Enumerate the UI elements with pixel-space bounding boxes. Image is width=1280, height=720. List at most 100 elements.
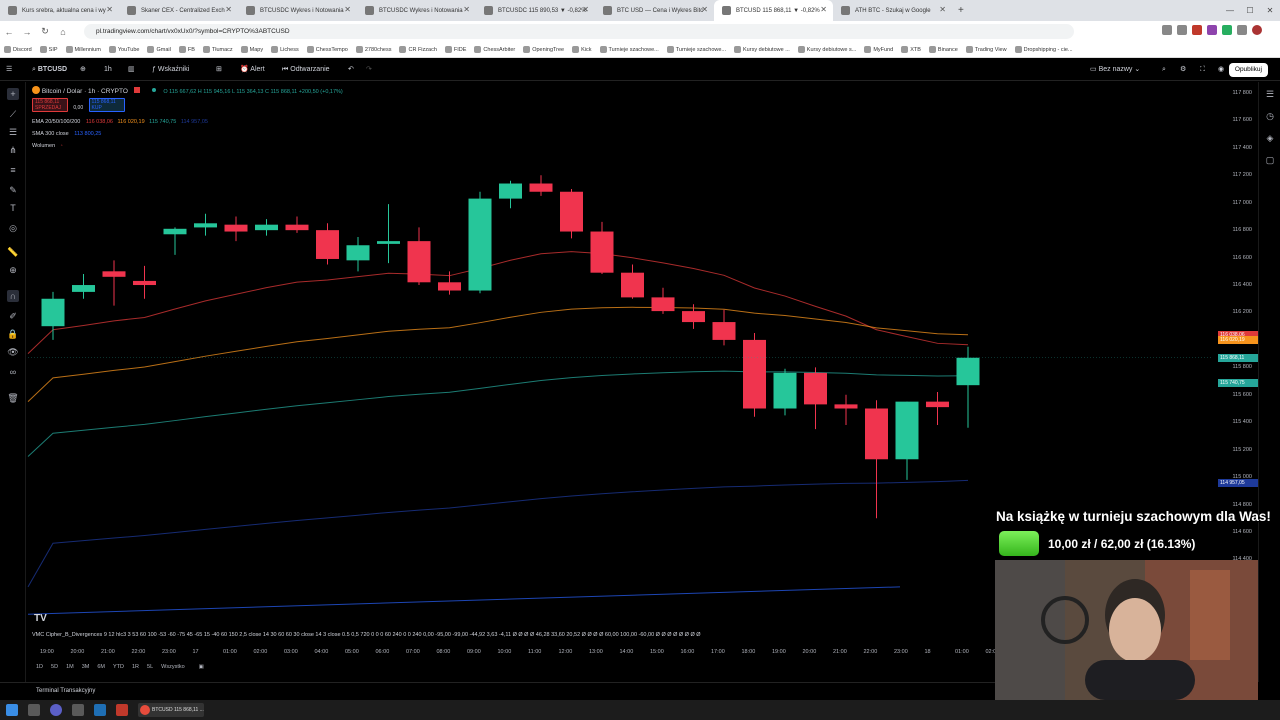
price-tick-label: 116 400 [1232, 282, 1252, 289]
windows-taskbar: BTCUSD 115 868,11 ... [0, 700, 1280, 720]
time-tick-label: 20:00 [70, 649, 85, 655]
candle-body [102, 271, 126, 277]
chrome-icon [140, 705, 150, 715]
time-tick-label: 08:00 [436, 649, 451, 655]
ema-50-value: 116 020,19 [117, 119, 145, 125]
candle-body [560, 191, 583, 232]
candle-body [834, 404, 858, 409]
range-button[interactable]: 5L [147, 664, 153, 676]
time-tick-label: 21:00 [833, 649, 847, 655]
time-tick-label: 14:00 [619, 649, 634, 655]
candle-body [468, 198, 492, 291]
time-axis[interactable]: 19:00 20:00 21:00 22:00 23:00 17 01:00 02:00 03:… [28, 647, 999, 659]
range-button[interactable]: 3M [82, 664, 90, 676]
candle-body [804, 372, 827, 405]
candle-body [773, 372, 797, 409]
time-tick-label: 22:00 [131, 649, 146, 655]
candle-body [621, 272, 644, 298]
price-tag: 116 020,19 [1218, 336, 1258, 345]
range-button[interactable]: Wszystko [161, 664, 185, 676]
price-tick-label: 116 800 [1232, 227, 1252, 234]
symbol-logo-icon [32, 86, 40, 94]
time-tick-label: 16:00 [680, 649, 695, 655]
candle-body [865, 408, 888, 460]
candle-body [895, 401, 919, 460]
market-status-icon [133, 87, 140, 93]
time-tick-label: 02:00 [253, 649, 268, 655]
app-icon[interactable] [50, 704, 62, 716]
range-button[interactable]: 5D [51, 664, 58, 676]
candle-body [926, 401, 949, 408]
search-icon[interactable] [28, 704, 40, 716]
sma-indicator-label[interactable]: SMA 300 close [32, 131, 69, 137]
range-button[interactable]: 1D [36, 664, 43, 676]
trading-terminal-panel[interactable]: Terminal Transakcyjny [0, 682, 1000, 699]
time-tick-label: 23:00 [894, 649, 908, 655]
donation-progress-indicator [999, 531, 1039, 556]
buy-button[interactable]: 115 868,11 KUP [88, 98, 125, 112]
donation-amount: 10,00 zł / 62,00 zł (16.13%) [1048, 537, 1196, 551]
webcam-overlay [995, 560, 1258, 700]
time-tick-label: 17 [192, 649, 199, 655]
spread-value: 0,00 [73, 105, 84, 111]
ema-100-value: 115 740,75 [149, 119, 177, 125]
time-tick-label: 13:00 [589, 649, 603, 655]
ema-indicator-label[interactable]: EMA 20/50/100/200 [32, 119, 80, 125]
candle-body [72, 285, 95, 292]
live-dot-icon [151, 88, 156, 92]
price-tick-label: 115 400 [1232, 419, 1252, 426]
sell-button[interactable]: 115 868,11 SPRZEDAJ [32, 98, 68, 112]
candle-body [255, 224, 278, 231]
candle-body [529, 183, 553, 192]
candle-body [712, 322, 736, 340]
time-tick-label: 01:00 [223, 649, 237, 655]
price-tick-label: 117 800 [1232, 89, 1252, 96]
time-tick-label: 20:00 [802, 649, 817, 655]
range-button[interactable]: 6M [97, 664, 105, 676]
app-icon[interactable] [116, 704, 128, 716]
donation-title: Na książkę w turnieju szachowym dla Was! [996, 509, 1271, 524]
time-tick-label: 10:00 [497, 649, 512, 655]
ema-200-value: 114 957,05 [180, 119, 208, 125]
time-tick-label: 18:00 [741, 649, 756, 655]
time-tick-label: 09:00 [467, 649, 481, 655]
time-tick-label: 19:00 [772, 649, 786, 655]
terminal-label[interactable]: Terminal Transakcyjny [36, 688, 95, 694]
price-tag: 115 868,11 [1218, 354, 1258, 363]
candle-body [224, 224, 248, 232]
candle-body [651, 297, 675, 312]
time-tick-label: 18 [924, 649, 931, 655]
range-button[interactable]: 1M [66, 664, 74, 676]
streamer-webcam-image [995, 560, 1258, 700]
sma-value: 113 800,25 [74, 131, 102, 137]
taskbar-chrome-window[interactable]: BTCUSD 115 868,11 ... [138, 703, 204, 717]
time-tick-label: 07:00 [406, 649, 420, 655]
volume-indicator-label[interactable]: Wolumen [32, 143, 55, 149]
time-tick-label: 03:00 [284, 649, 298, 655]
candle-body [682, 311, 705, 323]
price-tick-label: 115 800 [1232, 364, 1252, 371]
range-button[interactable]: YTD [113, 664, 124, 676]
price-tick-label: 117 400 [1232, 144, 1252, 151]
app-icon[interactable] [72, 704, 84, 716]
time-tick-label: 19:00 [40, 649, 54, 655]
windows-start-icon[interactable] [6, 704, 18, 716]
price-tick-label: 117 000 [1232, 199, 1252, 206]
legend-title[interactable]: Bitcoin / Dolar · 1h · CRYPTO [42, 88, 128, 95]
price-tick-label: 116 200 [1232, 309, 1252, 316]
candle-body [956, 357, 980, 386]
candle-body [438, 282, 461, 291]
time-tick-label: 15:00 [650, 649, 664, 655]
candle-body [499, 183, 522, 199]
candle-body [163, 228, 187, 235]
ema-20-value: 116 038,06 [85, 119, 113, 125]
vmc-cipher-indicator-legend[interactable]: VMC Cipher_B_Divergences 9 12 hlc3 3 53 … [32, 632, 992, 642]
sma-300-line [27, 586, 901, 615]
price-tag: 114 957,05 [1218, 478, 1258, 487]
ohlc-values: O 115 667,62 H 115 945,16 L 115 364,13 C… [163, 89, 343, 95]
time-tick-label: 04:00 [314, 649, 329, 655]
range-button[interactable]: 1R [132, 664, 139, 676]
ema-line [27, 479, 969, 588]
app-icon[interactable] [94, 704, 106, 716]
goto-date-icon[interactable]: ▣ [199, 664, 204, 676]
